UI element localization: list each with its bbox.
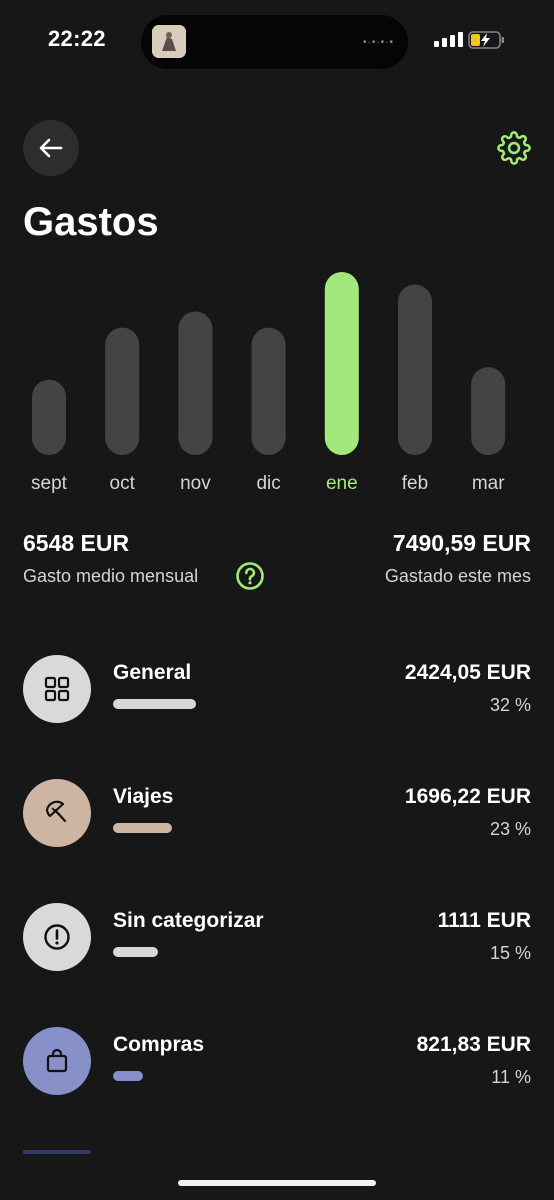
month-spend-label: Gastado este mes bbox=[384, 566, 531, 586]
category-amount: 1111 EUR bbox=[437, 909, 531, 932]
category-amount: 2424,05 EUR bbox=[404, 661, 531, 684]
chart-bar-dic[interactable] bbox=[251, 327, 286, 455]
chart-bar-feb[interactable] bbox=[398, 284, 432, 455]
category-name: Sin categorizar bbox=[113, 909, 264, 932]
chart-bar-sept[interactable] bbox=[32, 379, 66, 455]
category-share-bar bbox=[113, 699, 196, 709]
category-row-compras[interactable]: Compras 821,83 EUR 11 % bbox=[0, 1027, 554, 1107]
help-icon[interactable] bbox=[235, 561, 265, 591]
category-name: Compras bbox=[113, 1033, 205, 1056]
month-spend-value: 7490,59 EUR bbox=[392, 530, 531, 556]
category-percent: 11 % bbox=[491, 1067, 531, 1087]
signal-icon bbox=[434, 32, 463, 47]
chart-tick-label-sept[interactable]: sept bbox=[31, 473, 68, 494]
category-share-bar bbox=[113, 947, 158, 957]
now-playing-thumbnail[interactable] bbox=[152, 25, 186, 58]
category-name: General bbox=[113, 661, 192, 684]
category-share-bar bbox=[113, 823, 172, 833]
chart-tick-label-oct[interactable]: oct bbox=[110, 473, 136, 494]
chart-tick-label-ene[interactable]: ene bbox=[326, 473, 358, 494]
category-row-general[interactable]: General 2424,05 EUR 32 % bbox=[0, 655, 554, 735]
category-row-viajes[interactable]: Viajes 1696,22 EUR 23 % bbox=[0, 779, 554, 859]
category-icon-circle bbox=[23, 903, 91, 971]
status-time: 22:22 bbox=[48, 26, 106, 51]
chart-tick-label-dic[interactable]: dic bbox=[256, 473, 280, 494]
chart-bar-nov[interactable] bbox=[178, 311, 213, 455]
category-row-sin-categorizar[interactable]: Sin categorizar 1111 EUR 15 % bbox=[0, 903, 554, 983]
category-share-bar bbox=[113, 1071, 143, 1081]
category-percent: 32 % bbox=[489, 695, 531, 715]
chart-tick-label-nov[interactable]: nov bbox=[180, 473, 211, 494]
category-name: Viajes bbox=[113, 785, 174, 808]
alert-icon bbox=[44, 924, 70, 950]
dynamic-island[interactable]: •·•·•·• bbox=[141, 15, 408, 69]
chart-tick-label-mar[interactable]: mar bbox=[472, 473, 505, 494]
waveform-icon: •·•·•·• bbox=[363, 37, 394, 48]
grid-icon bbox=[44, 676, 70, 702]
average-spend-label: Gasto medio mensual bbox=[23, 566, 199, 586]
settings-gear-icon[interactable] bbox=[497, 131, 531, 165]
category-amount: 1696,22 EUR bbox=[404, 785, 531, 808]
chart-bar-ene[interactable] bbox=[324, 272, 359, 455]
chart-bar-oct[interactable] bbox=[105, 327, 140, 455]
next-category-peek bbox=[23, 1150, 91, 1154]
chart-bar-mar[interactable] bbox=[471, 367, 506, 455]
page-title: Gastos bbox=[23, 200, 159, 244]
chart-tick-label-feb[interactable]: feb bbox=[402, 473, 428, 494]
home-indicator[interactable] bbox=[178, 1180, 376, 1186]
category-percent: 15 % bbox=[489, 943, 531, 963]
average-spend-value: 6548 EUR bbox=[23, 530, 130, 556]
category-icon-circle bbox=[23, 1027, 91, 1095]
battery-charging-icon bbox=[468, 31, 504, 49]
arrow-left-icon bbox=[39, 138, 63, 158]
shopping-bag-icon bbox=[46, 1048, 68, 1073]
category-icon-circle bbox=[23, 655, 91, 723]
category-amount: 821,83 EUR bbox=[416, 1033, 531, 1056]
category-icon-circle bbox=[23, 779, 91, 847]
category-percent: 23 % bbox=[489, 819, 531, 839]
umbrella-icon bbox=[45, 800, 67, 823]
monthly-spending-chart: sept oct nov dic ene feb mar bbox=[31, 272, 506, 494]
back-button[interactable] bbox=[23, 120, 79, 176]
